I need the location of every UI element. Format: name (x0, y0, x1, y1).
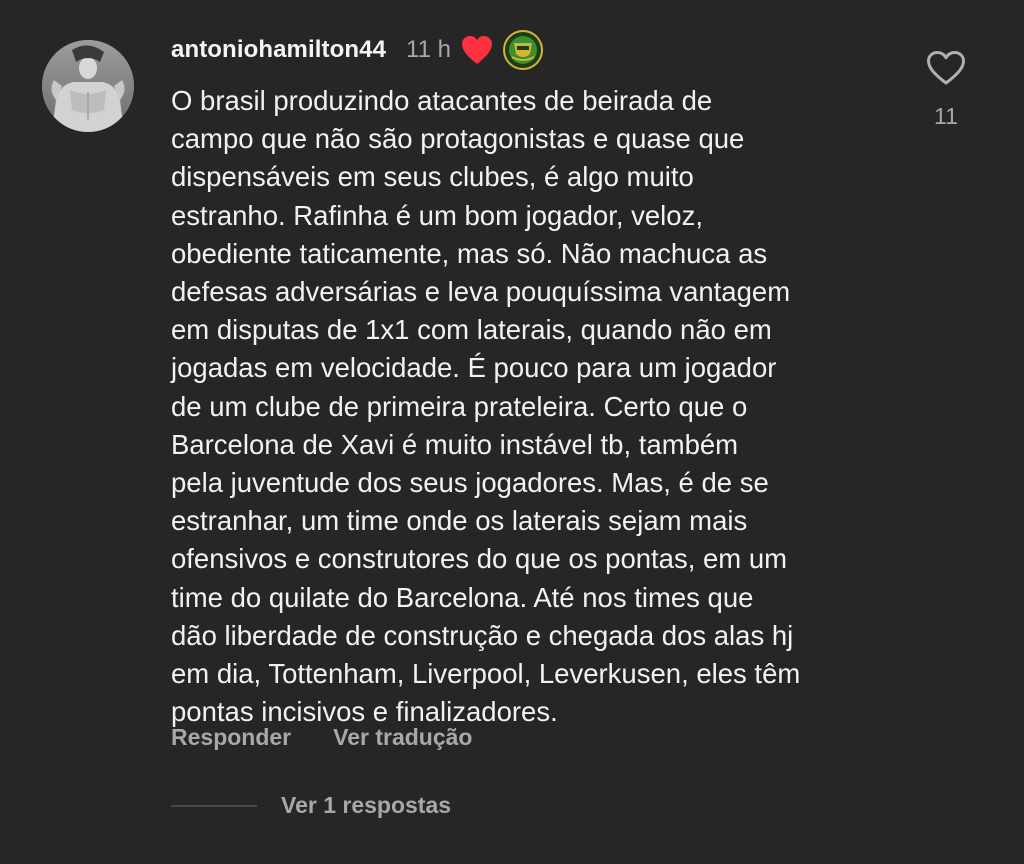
translate-button[interactable]: Ver tradução (333, 724, 472, 751)
comment-actions: Responder Ver tradução (171, 724, 472, 751)
comment-header: antoniohamilton44 11 h (171, 30, 543, 70)
heart-filled-icon (461, 35, 493, 65)
comment-text: O brasil produzindo atacantes de beirada… (171, 85, 801, 728)
like-control: 11 (918, 50, 974, 130)
avatar-photo (42, 40, 134, 132)
team-badge-icon (502, 30, 543, 70)
like-count: 11 (934, 103, 958, 129)
heart-outline-icon[interactable] (926, 50, 966, 91)
username[interactable]: antoniohamilton44 (171, 36, 386, 64)
avatar[interactable] (42, 40, 134, 132)
comment-time: 11 h (406, 36, 451, 63)
view-replies-button[interactable]: Ver 1 respostas (281, 792, 451, 819)
view-replies[interactable]: Ver 1 respostas (171, 792, 451, 819)
replies-divider (171, 804, 257, 807)
reply-button[interactable]: Responder (171, 724, 291, 751)
